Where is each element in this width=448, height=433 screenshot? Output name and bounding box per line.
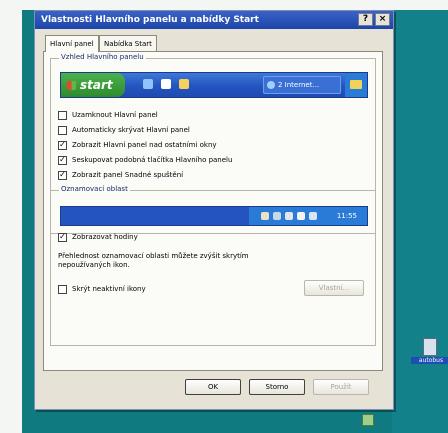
taskbar-button-internet: 2 Internet... [263,76,341,94]
on-top-label: Zobrazit Hlavní panel nad ostatními okny [72,141,217,149]
show-clock-checkbox[interactable]: ✓ [58,233,67,242]
quick-launch-checkbox[interactable]: ✓ [58,171,67,180]
cancel-button[interactable]: Storno [249,379,305,395]
desktop-icon [161,79,171,89]
network-icon [273,212,281,220]
dialog-titlebar[interactable]: Vlastnosti Hlavního panelu a nabídky Sta… [35,11,393,29]
lock-taskbar-label: Uzamknout Hlavní panel [72,111,158,119]
autohide-checkbox[interactable] [58,126,67,135]
hide-inactive-checkbox[interactable] [58,285,67,294]
close-button[interactable]: × [375,13,390,26]
on-top-checkbox[interactable]: ✓ [58,141,67,150]
tab-taskbar[interactable]: Hlavní panel [45,35,99,52]
taskbar-properties-dialog: Vlastnosti Hlavního panelu a nabídky Sta… [34,10,394,410]
volume-icon [261,212,269,220]
clock-text: 11:55 [336,212,357,220]
notification-description: Přehlednost oznamovací oblasti můžete zv… [58,252,249,269]
autohide-label: Automaticky skrývat Hlavní panel [72,126,190,134]
photo-border-top [0,0,448,10]
desktop-strip [392,10,448,433]
quick-launch-label: Zobrazit panel Snadné spuštění [72,171,184,179]
notification-tray-preview: 11:55 [249,207,367,225]
desktop-screen: Vlastnosti Hlavního panelu a nabídky Sta… [0,0,448,433]
start-label: start [80,78,113,92]
start-button-preview: start [61,73,125,97]
hide-inactive-label: Skrýt neaktivní ikony [72,285,146,293]
document-icon[interactable] [423,338,437,356]
group-buttons-label: Seskupovat podobná tlačítka Hlavního pan… [72,156,233,164]
customize-button[interactable]: Vlastní... [304,280,364,296]
security-icon [285,212,293,220]
help-button[interactable]: ? [358,13,373,26]
folder-icon [350,80,362,89]
tray-preview [345,73,367,97]
group-buttons-checkbox[interactable]: ✓ [58,156,67,165]
keyboard-icon [297,212,305,220]
lock-taskbar-checkbox[interactable] [58,111,67,120]
taskbar-button-label: 2 Internet... [278,81,320,89]
taskbar-appearance-title: Vzhled Hlavního panelu [59,53,146,61]
show-clock-label: Zobrazovat hodiny [72,233,138,241]
desktop-icon-label[interactable]: autobus [411,357,448,364]
shortcut-icon[interactable] [362,414,374,426]
photo-border-left [0,0,22,433]
ok-button[interactable]: OK [185,379,241,395]
notification-preview: 11:55 [60,206,368,226]
apply-button[interactable]: Použít [313,379,369,395]
notification-area-title: Oznamovací oblast [59,185,130,193]
internet-explorer-icon [143,79,153,89]
update-icon [309,212,317,220]
internet-icon [267,81,275,89]
tab-start-menu[interactable]: Nabídka Start [99,35,157,51]
taskbar-preview: start 2 Internet... [60,72,368,98]
windows-flag-icon [67,81,76,90]
tab-panel: Vzhled Hlavního panelu start 2 Internet.… [43,51,383,371]
dialog-title: Vlastnosti Hlavního panelu a nabídky Sta… [41,15,259,25]
media-player-icon [179,79,189,89]
